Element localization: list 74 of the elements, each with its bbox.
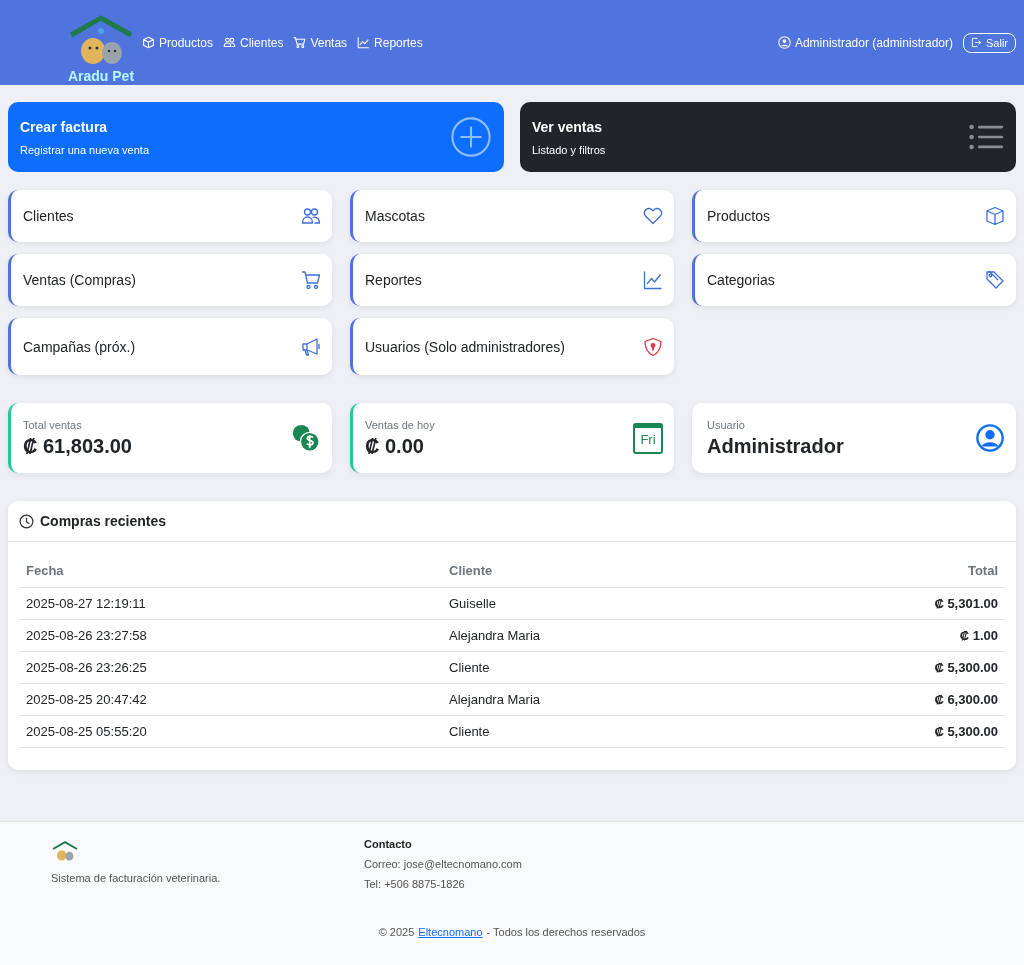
card-title: Compras recientes [40, 513, 167, 529]
module-tile[interactable]: Ventas (Compras) [8, 254, 332, 306]
nav-link[interactable]: Reportes [357, 35, 423, 50]
nav-link[interactable]: Productos [142, 35, 214, 50]
shield-icon [643, 336, 663, 357]
chart-icon [357, 36, 371, 49]
module-tile[interactable]: Clientes [8, 190, 332, 242]
table-cell: 2025-08-27 12:19:11 [26, 596, 146, 611]
logout-button[interactable]: Salir [963, 32, 1016, 53]
user-menu[interactable]: Administrador (administrador) [777, 35, 953, 50]
phone-text: Tel: +506 8875-1826 [364, 878, 466, 890]
plus-circle-icon [450, 116, 492, 158]
table-cell: Cliente [449, 724, 490, 739]
module-tile[interactable]: Productos [692, 190, 1016, 242]
copyright-text: © 2025 [378, 926, 415, 938]
table-cell: Cliente [449, 660, 490, 675]
table-cell: Guiselle [449, 596, 496, 611]
tag-icon [985, 270, 1005, 290]
stat-label: Usuario [707, 418, 746, 431]
box-icon [142, 36, 155, 49]
nav-link[interactable]: Ventas [293, 35, 348, 50]
user-circle-icon [777, 36, 791, 49]
calendar-icon: Fri [633, 422, 663, 454]
table-cell: ₡ 5,301.00 [934, 596, 998, 611]
table-cell: 2025-08-25 20:47:42 [26, 692, 147, 707]
module-tile[interactable]: Reportes [350, 254, 674, 306]
chart-icon [643, 270, 663, 290]
card-subtitle: Registrar una nueva venta [20, 143, 150, 156]
card-subtitle: Listado y filtros [532, 143, 606, 156]
column-header: Fecha [26, 563, 64, 578]
card-title: Crear factura [20, 118, 109, 135]
module-tile[interactable]: Campañas (próx.) [8, 318, 332, 375]
copyright-text: - Todos los derechos reservados [486, 926, 646, 938]
action-card[interactable]: Crear factura Registrar una nueva venta [8, 102, 504, 172]
author-link[interactable]: Eltecnomano [418, 926, 483, 938]
card-title: Ver ventas [532, 118, 604, 135]
list-icon [968, 123, 1004, 151]
column-header: Cliente [449, 563, 493, 578]
contact-heading: Contacto [364, 838, 413, 850]
column-header: Total [967, 563, 998, 578]
pet-house-logo-icon [51, 838, 79, 864]
stat-value: Administrador [707, 434, 844, 458]
heart-icon [643, 206, 663, 226]
megaphone-icon [301, 336, 321, 357]
table-cell: 2025-08-26 23:26:25 [26, 660, 147, 675]
people-icon [223, 36, 237, 49]
table-cell: ₡ 5,300.00 [934, 660, 998, 675]
table-cell: 2025-08-25 05:55:20 [26, 724, 147, 739]
stat-label: Total ventas [23, 418, 83, 431]
tagline: Sistema de facturación veterinaria. [51, 872, 222, 884]
table-cell: 2025-08-26 23:27:58 [26, 628, 147, 643]
stat-label: Ventas de hoy [365, 418, 435, 431]
user-circle-icon [975, 423, 1005, 453]
clock-icon [19, 513, 34, 529]
people-icon [301, 206, 321, 226]
email-text: Correo: jose@eltecnomano.com [364, 858, 522, 870]
module-tile[interactable]: Categorias [692, 254, 1016, 306]
box-icon [985, 206, 1005, 226]
exit-icon [971, 37, 982, 48]
table-cell: Alejandra Maria [449, 628, 541, 643]
module-tile[interactable]: Mascotas [350, 190, 674, 242]
table-cell: ₡ 1.00 [959, 628, 998, 643]
nav-link[interactable]: Clientes [223, 35, 284, 50]
logo-text: Aradu Pet [67, 67, 135, 84]
table-cell: ₡ 5,300.00 [934, 724, 998, 739]
coins-icon [291, 423, 321, 453]
stat-value: ₡ 0.00 [365, 434, 425, 458]
table-cell: ₡ 6,300.00 [934, 692, 998, 707]
cart-icon [293, 36, 307, 49]
cart-icon [301, 270, 321, 290]
stat-value: ₡ 61,803.00 [23, 434, 132, 458]
module-tile[interactable]: Usuarios (Solo administradores) [350, 318, 674, 375]
table-cell: Alejandra Maria [449, 692, 541, 707]
action-card[interactable]: Ver ventas Listado y filtros [520, 102, 1016, 172]
